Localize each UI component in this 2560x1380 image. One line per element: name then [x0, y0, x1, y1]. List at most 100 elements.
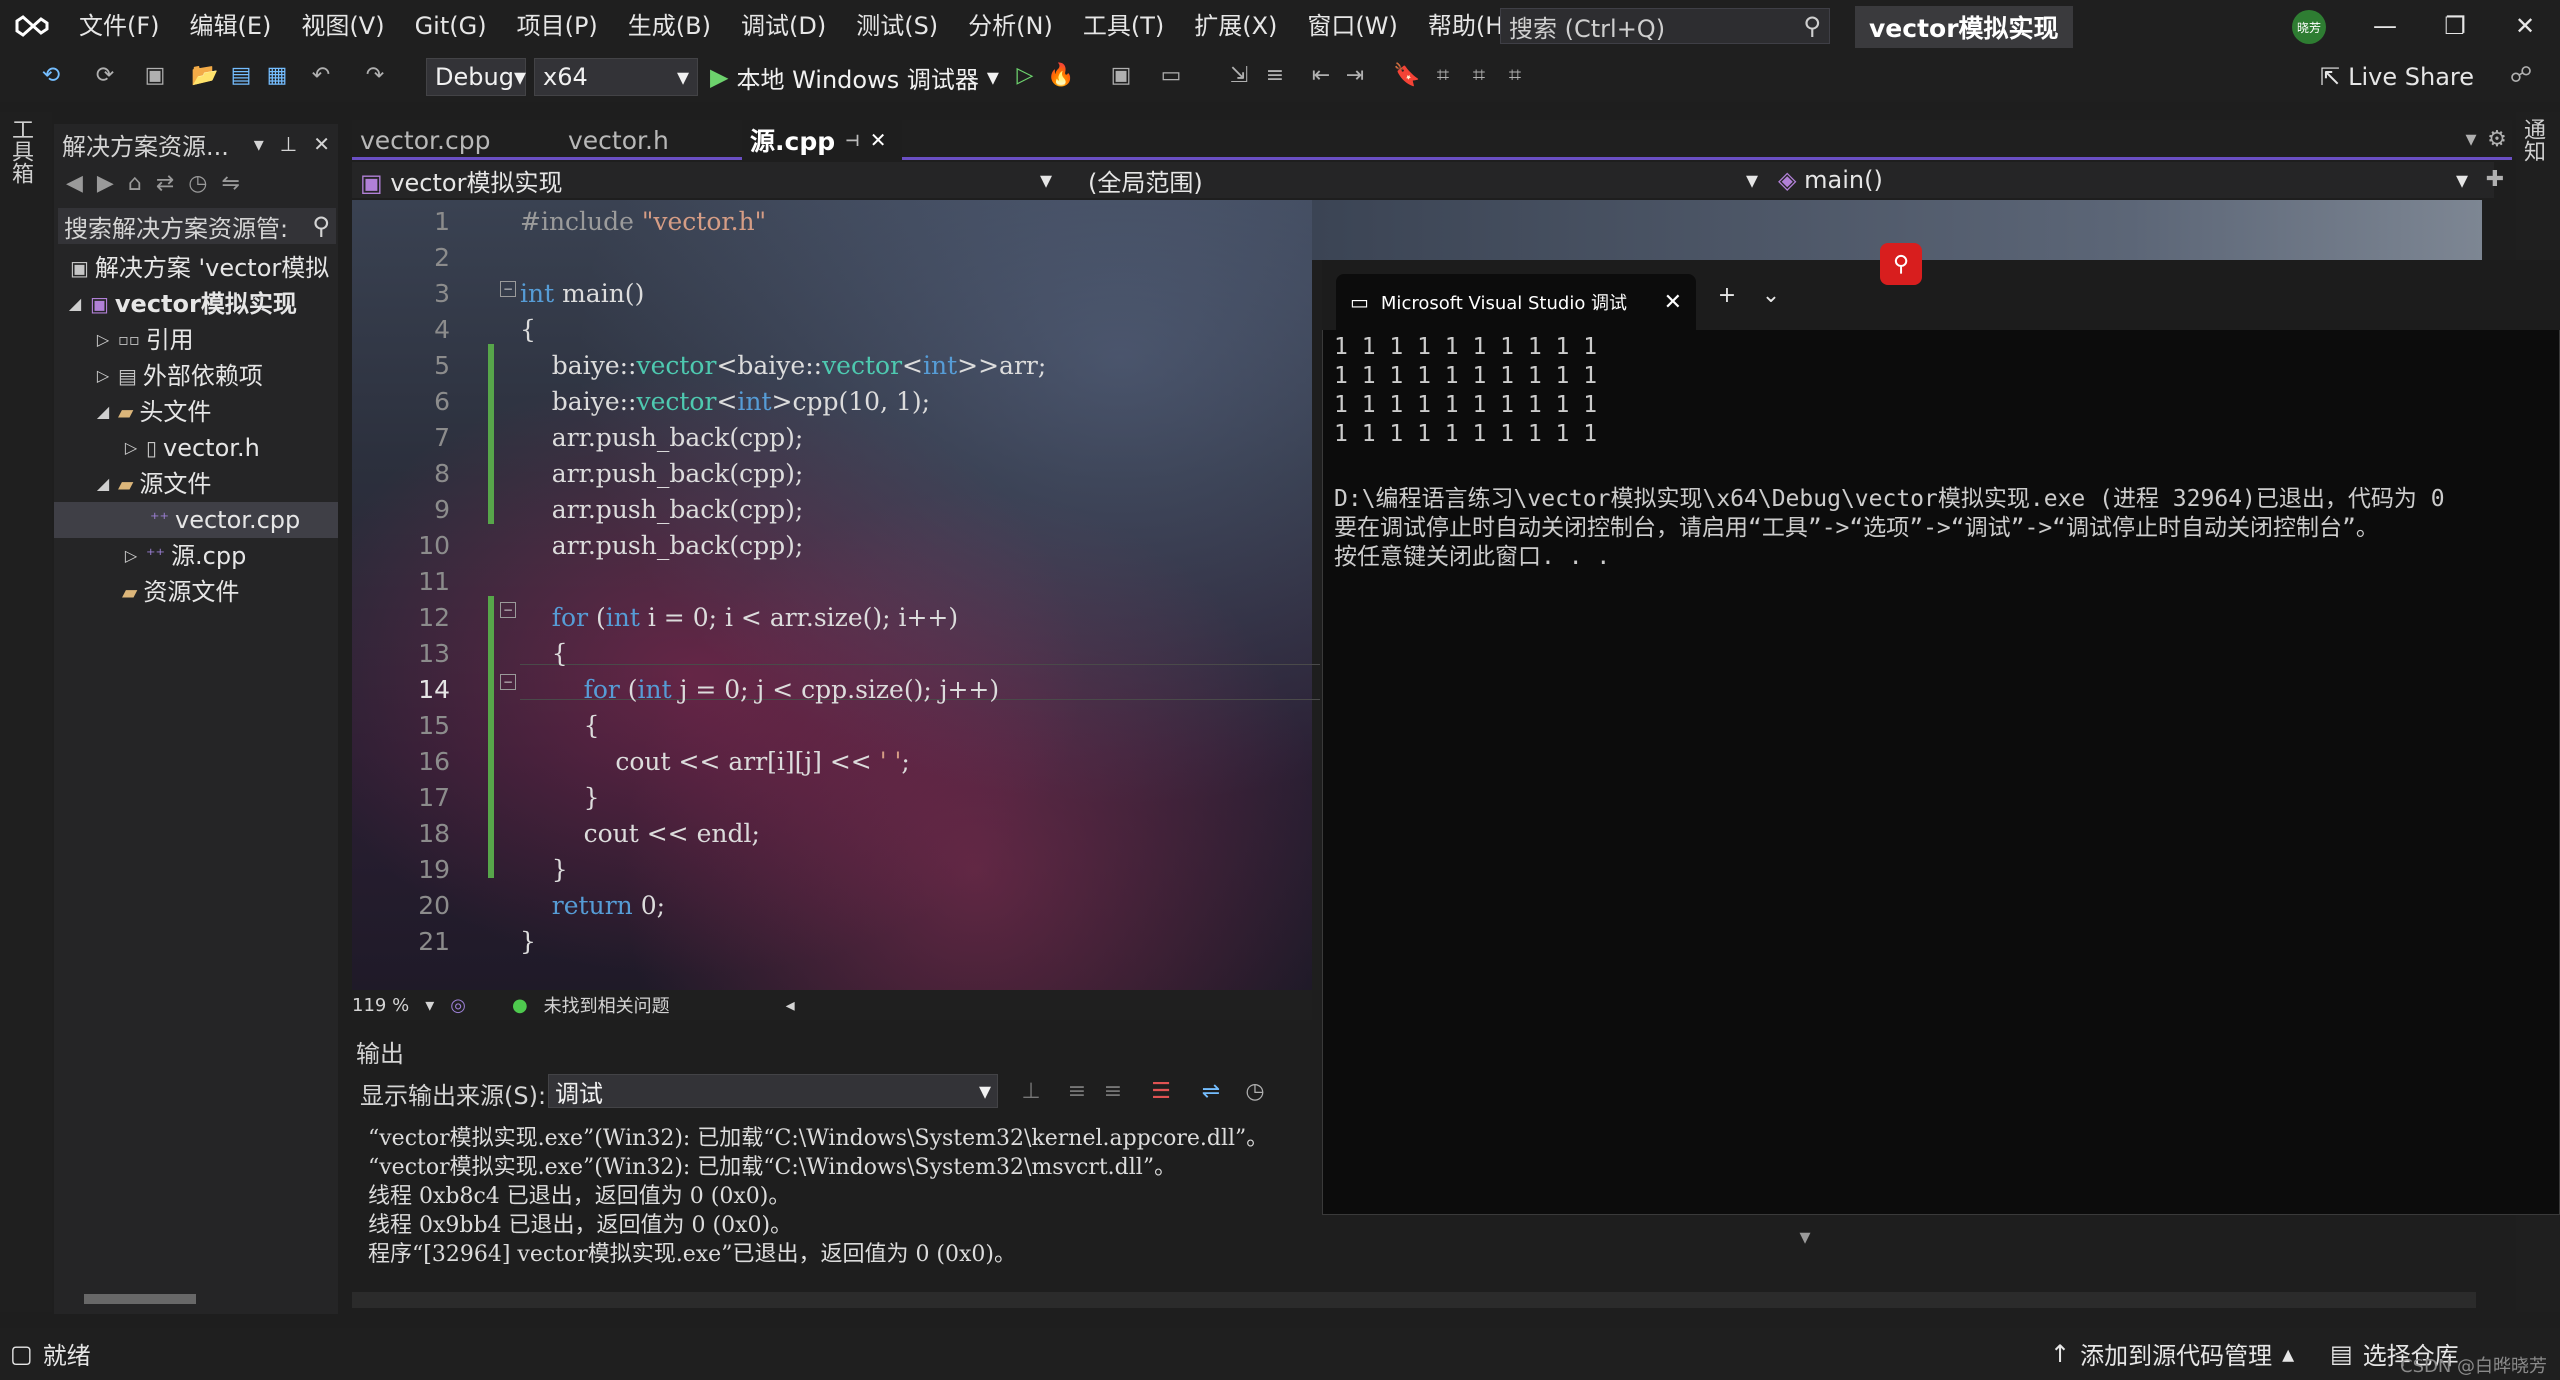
save-icon[interactable]: ▤ — [226, 60, 256, 90]
forward-icon[interactable]: ⟳ — [90, 60, 120, 90]
tab-vector-h[interactable]: vector.h — [560, 120, 740, 160]
platform-select[interactable]: x64 ▾ — [534, 58, 698, 96]
hot-reload-icon[interactable]: 🔥 — [1046, 60, 1076, 90]
add-to-source-control-button[interactable]: ↑ 添加到源代码管理 ▴ — [2050, 1336, 2294, 1371]
chevron-down-icon[interactable]: ▾ — [425, 995, 434, 1016]
menu-item[interactable]: 项目(P) — [502, 0, 613, 52]
save-all-icon[interactable]: ▦ — [262, 60, 292, 90]
output-horizontal-scrollbar[interactable] — [352, 1292, 2476, 1308]
clear-all-icon[interactable]: ☰ — [1146, 1076, 1176, 1106]
expanded-arrow-icon[interactable]: ◢ — [94, 466, 112, 502]
code-line[interactable]: } — [520, 852, 568, 888]
restore-icon[interactable]: ❐ — [2420, 0, 2490, 52]
decrease-indent-icon[interactable]: ⇤ — [1306, 60, 1336, 90]
expanded-arrow-icon[interactable]: ◢ — [66, 286, 84, 322]
code-line[interactable]: { — [520, 708, 600, 744]
menu-item[interactable]: 文件(F) — [64, 0, 175, 52]
clear-bookmarks-icon[interactable]: ⌗ — [1500, 60, 1530, 90]
window-layout-icon[interactable]: ▭ — [1156, 60, 1186, 90]
prev-message-icon[interactable]: ≡ — [1062, 1076, 1092, 1106]
menu-item[interactable]: 视图(V) — [286, 0, 399, 52]
menu-item[interactable]: Git(G) — [400, 0, 502, 52]
code-line[interactable]: return 0; — [520, 888, 665, 924]
back-icon[interactable]: ◀ — [66, 171, 83, 196]
notifications-tab[interactable]: 通知 — [2520, 118, 2548, 162]
tree-resource-files-node[interactable]: ▰ 资源文件 — [122, 574, 239, 610]
close-icon[interactable]: ✕ — [1664, 290, 1682, 315]
back-icon[interactable]: ⟲ — [36, 60, 66, 90]
code-line[interactable]: arr.push_back(cpp); — [520, 492, 804, 528]
search-overlay-icon[interactable]: ⚲ — [1880, 243, 1922, 285]
menu-item[interactable]: 生成(B) — [613, 0, 726, 52]
collapsed-arrow-icon[interactable]: ▷ — [94, 358, 112, 394]
prev-bookmark-icon[interactable]: ⌗ — [1428, 60, 1458, 90]
split-editor-icon[interactable]: ✚ — [2480, 164, 2510, 194]
tree-solution-node[interactable]: ▣ 解决方案 'vector模拟 — [70, 250, 329, 286]
code-line[interactable]: int main() — [520, 276, 644, 312]
new-project-icon[interactable]: ▣ — [140, 60, 170, 90]
tab-source-cpp[interactable]: 源.cpp ⊣ ✕ — [742, 120, 902, 160]
feedback-icon[interactable]: ☍ — [2506, 60, 2536, 90]
scroll-left-icon[interactable]: ◂ — [786, 995, 795, 1016]
open-folder-icon[interactable]: 📂 — [190, 60, 220, 90]
collapsed-arrow-icon[interactable]: ▷ — [122, 538, 140, 574]
settings-gear-icon[interactable]: ⚙ — [2482, 124, 2512, 154]
pending-changes-icon[interactable]: ◷ — [188, 171, 207, 196]
redo-icon[interactable]: ↷ — [360, 60, 390, 90]
code-line[interactable]: arr.push_back(cpp); — [520, 420, 804, 456]
menu-item[interactable]: 工具(T) — [1068, 0, 1179, 52]
console-tab[interactable]: ▭ Microsoft Visual Studio 调试 ✕ — [1336, 274, 1696, 330]
next-message-icon[interactable]: ≡ — [1098, 1076, 1128, 1106]
code-line[interactable]: #include "vector.h" — [520, 204, 766, 240]
code-line[interactable]: arr.push_back(cpp); — [520, 456, 804, 492]
nav-project-select[interactable]: ▣ vector模拟实现 ▾ — [352, 164, 1060, 197]
code-line[interactable]: { — [520, 312, 536, 348]
undo-icon[interactable]: ↶ — [306, 60, 336, 90]
collapsed-arrow-icon[interactable]: ▷ — [94, 322, 112, 358]
live-share-button[interactable]: ⇱ Live Share — [2320, 58, 2474, 96]
menu-item[interactable]: 扩展(X) — [1179, 0, 1292, 52]
fold-toggle-icon[interactable]: − — [500, 674, 516, 690]
tree-references-node[interactable]: ▷ ▫▫ 引用 — [94, 322, 194, 358]
timestamp-icon[interactable]: ◷ — [1240, 1076, 1270, 1106]
close-window-icon[interactable]: ✕ — [2490, 0, 2560, 52]
pin-icon[interactable]: ⊣ — [845, 131, 860, 150]
tree-file-vector-h[interactable]: ▷ ▯ vector.h — [122, 430, 260, 466]
pin-icon[interactable]: ⊥ — [280, 132, 297, 156]
start-without-debugging-icon[interactable]: ▷ — [1010, 60, 1040, 90]
code-line[interactable]: cout << endl; — [520, 816, 760, 852]
code-line[interactable]: cout << arr[i][j] << ' '; — [520, 744, 910, 780]
expanded-arrow-icon[interactable]: ◢ — [94, 394, 112, 430]
chevron-down-icon[interactable]: ▾ — [254, 132, 264, 156]
home-icon[interactable]: ⌂ — [128, 171, 142, 196]
code-line[interactable]: } — [520, 924, 536, 960]
browse-icon[interactable]: ▣ — [1106, 60, 1136, 90]
menu-item[interactable]: 测试(S) — [841, 0, 953, 52]
menu-item[interactable]: 编辑(E) — [175, 0, 287, 52]
code-line[interactable]: baiye::vector<baiye::vector<int>>arr; — [520, 348, 1046, 384]
step-icon[interactable]: ⇲ — [1224, 60, 1254, 90]
tree-file-source-cpp[interactable]: ▷ ⁺⁺ 源.cpp — [122, 538, 246, 574]
increase-indent-icon[interactable]: ⇥ — [1340, 60, 1370, 90]
sync-icon[interactable]: ⇋ — [221, 171, 239, 196]
tree-file-vector-cpp[interactable]: ⁺⁺ vector.cpp — [150, 502, 300, 538]
nav-scope-select[interactable]: (全局范围) ▾ — [1080, 164, 1766, 197]
switch-views-icon[interactable]: ⇄ — [156, 171, 174, 196]
code-line[interactable]: arr.push_back(cpp); — [520, 528, 804, 564]
scrollbar-thumb[interactable] — [84, 1294, 196, 1304]
tree-source-files-node[interactable]: ◢ ▰ 源文件 — [94, 466, 212, 502]
code-line[interactable]: { — [520, 636, 568, 672]
word-wrap-icon[interactable]: ⇌ — [1196, 1076, 1226, 1106]
zoom-level[interactable]: 119 % — [352, 995, 409, 1016]
bookmark-icon[interactable]: 🔖 — [1392, 60, 1422, 90]
nav-member-select[interactable]: ◈ main() ▾ — [1770, 164, 2476, 196]
copilot-icon[interactable]: ◎ — [450, 995, 466, 1016]
menu-item[interactable]: 分析(N) — [953, 0, 1068, 52]
configuration-select[interactable]: Debug ▾ — [426, 58, 526, 96]
output-source-select[interactable]: 调试 ▾ — [548, 1074, 998, 1108]
menu-item[interactable]: 调试(D) — [726, 0, 841, 52]
issues-status[interactable]: 未找到相关问题 — [544, 992, 670, 1018]
next-bookmark-icon[interactable]: ⌗ — [1464, 60, 1494, 90]
menu-item[interactable]: 窗口(W) — [1292, 0, 1412, 52]
code-line[interactable]: baiye::vector<int>cpp(10, 1); — [520, 384, 930, 420]
